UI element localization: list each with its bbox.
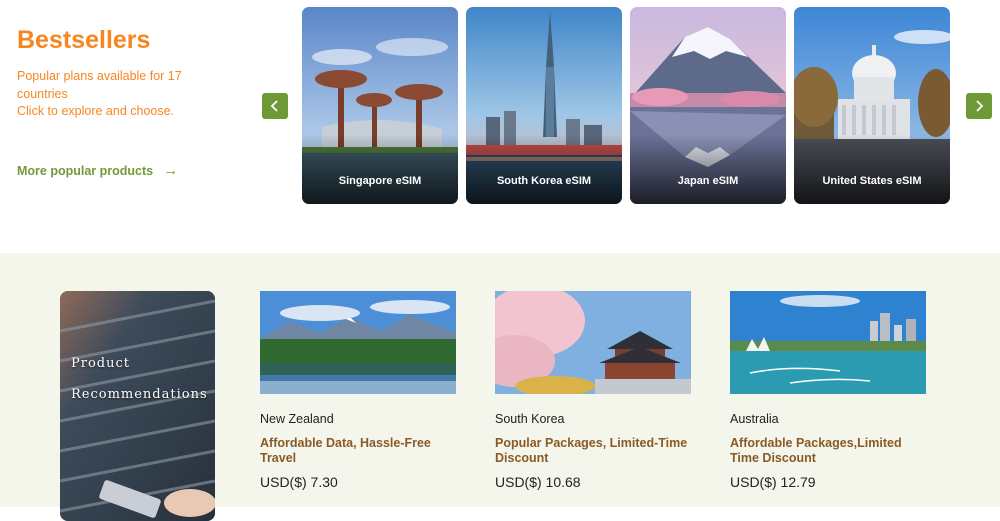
bestsellers-description: Popular plans available for 17 countries… (17, 68, 217, 121)
product-tagline: Affordable Data, Hassle-Free Travel (260, 436, 431, 465)
bestsellers-section: Bestsellers Popular plans available for … (0, 0, 1000, 253)
bestsellers-title: Bestsellers (17, 26, 151, 54)
recommendations-section: Product Recommendations New Zealand Affo… (0, 253, 1000, 521)
bestseller-card-south-korea[interactable]: South Korea eSIM (466, 7, 622, 204)
product-card-australia[interactable]: Australia Affordable Packages,Limited Ti… (730, 291, 926, 490)
product-name: South Korea (495, 412, 565, 426)
chevron-left-icon (270, 100, 278, 112)
chevron-right-icon (976, 100, 984, 112)
recommendations-banner-line1: Product (71, 356, 130, 371)
product-recommendations-banner: Product Recommendations (60, 291, 215, 521)
recommendations-banner-line2: Recommendations (71, 387, 208, 402)
bestsellers-desc-line1: Popular plans available for 17 countries (17, 69, 182, 101)
carousel-prev-button[interactable] (262, 93, 288, 119)
bestseller-card-singapore[interactable]: Singapore eSIM (302, 7, 458, 204)
product-name: New Zealand (260, 412, 334, 426)
product-price: USD($) 10.68 (495, 474, 581, 490)
arrow-right-icon: → (163, 162, 179, 179)
bestseller-card-japan[interactable]: Japan eSIM (630, 7, 786, 204)
bestseller-card-united-states[interactable]: United States eSIM (794, 7, 950, 204)
product-card-south-korea[interactable]: South Korea Popular Packages, Limited-Ti… (495, 291, 691, 490)
carousel-next-button[interactable] (966, 93, 992, 119)
more-popular-products-link[interactable]: More popular products → (17, 162, 178, 179)
bestsellers-desc-line2: Click to explore and choose. (17, 104, 175, 118)
australia-image (730, 291, 926, 394)
new-zealand-image (260, 291, 456, 394)
product-price: USD($) 7.30 (260, 474, 338, 490)
bestseller-card-label: United States eSIM (822, 175, 922, 187)
more-popular-products-label: More popular products (17, 163, 154, 178)
recommendations-banner-text: Product Recommendations (71, 348, 208, 410)
product-tagline: Popular Packages, Limited-Time Discount (495, 436, 688, 465)
bestseller-card-label: Singapore eSIM (338, 175, 422, 187)
bestseller-card-label: South Korea eSIM (496, 175, 592, 187)
product-card-new-zealand[interactable]: New Zealand Affordable Data, Hassle-Free… (260, 291, 456, 490)
product-price: USD($) 12.79 (730, 474, 816, 490)
south-korea-product-image (495, 291, 691, 394)
product-tagline: Affordable Packages,Limited Time Discoun… (730, 436, 902, 465)
product-name: Australia (730, 412, 779, 426)
bestseller-card-label: Japan eSIM (677, 175, 739, 187)
